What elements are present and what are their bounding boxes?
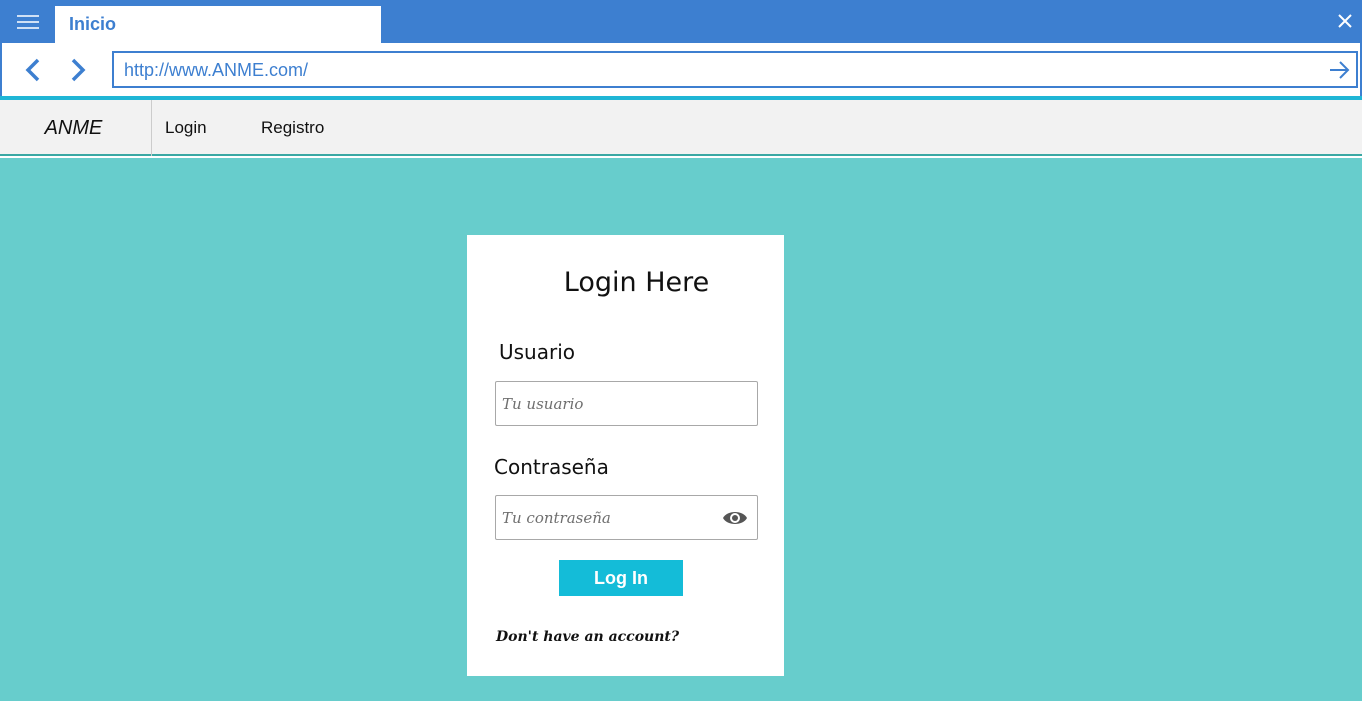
address-bar[interactable]: http://www.ANME.com/: [112, 51, 1358, 88]
tab-title: Inicio: [69, 14, 117, 34]
site-navbar: ANME Login Registro: [0, 100, 1362, 156]
password-field[interactable]: [495, 495, 758, 540]
chevron-right-icon: [71, 58, 86, 82]
main-content: Login Here Usuario Contraseña Log In Don…: [0, 158, 1362, 701]
forward-button[interactable]: [65, 55, 91, 85]
login-card: Login Here Usuario Contraseña Log In Don…: [467, 235, 784, 676]
username-label: Usuario: [499, 340, 576, 364]
arrow-right-icon: [1330, 61, 1350, 79]
close-window-button[interactable]: [1334, 8, 1356, 34]
browser-title-bar: Inicio: [0, 0, 1362, 43]
hamburger-menu-button[interactable]: [0, 0, 55, 43]
close-icon: [1338, 14, 1352, 28]
password-input[interactable]: [502, 496, 712, 539]
chevron-left-icon: [25, 58, 40, 82]
site-brand[interactable]: ANME: [0, 100, 152, 156]
url-text: http://www.ANME.com/: [124, 60, 309, 80]
back-button[interactable]: [20, 55, 46, 85]
nav-link-registro[interactable]: Registro: [261, 118, 324, 138]
login-button[interactable]: Log In: [559, 560, 683, 596]
hamburger-icon: [16, 14, 39, 29]
nav-link-login[interactable]: Login: [165, 118, 207, 138]
login-title: Login Here: [563, 267, 710, 298]
username-field[interactable]: [495, 381, 758, 426]
browser-address-row: http://www.ANME.com/: [0, 43, 1362, 96]
password-label: Contraseña: [494, 455, 609, 479]
eye-icon[interactable]: [722, 508, 748, 528]
username-input[interactable]: [502, 382, 712, 425]
browser-tab[interactable]: Inicio: [55, 6, 381, 43]
go-button[interactable]: [1326, 57, 1352, 83]
signup-link[interactable]: Don't have an account?: [496, 629, 679, 645]
